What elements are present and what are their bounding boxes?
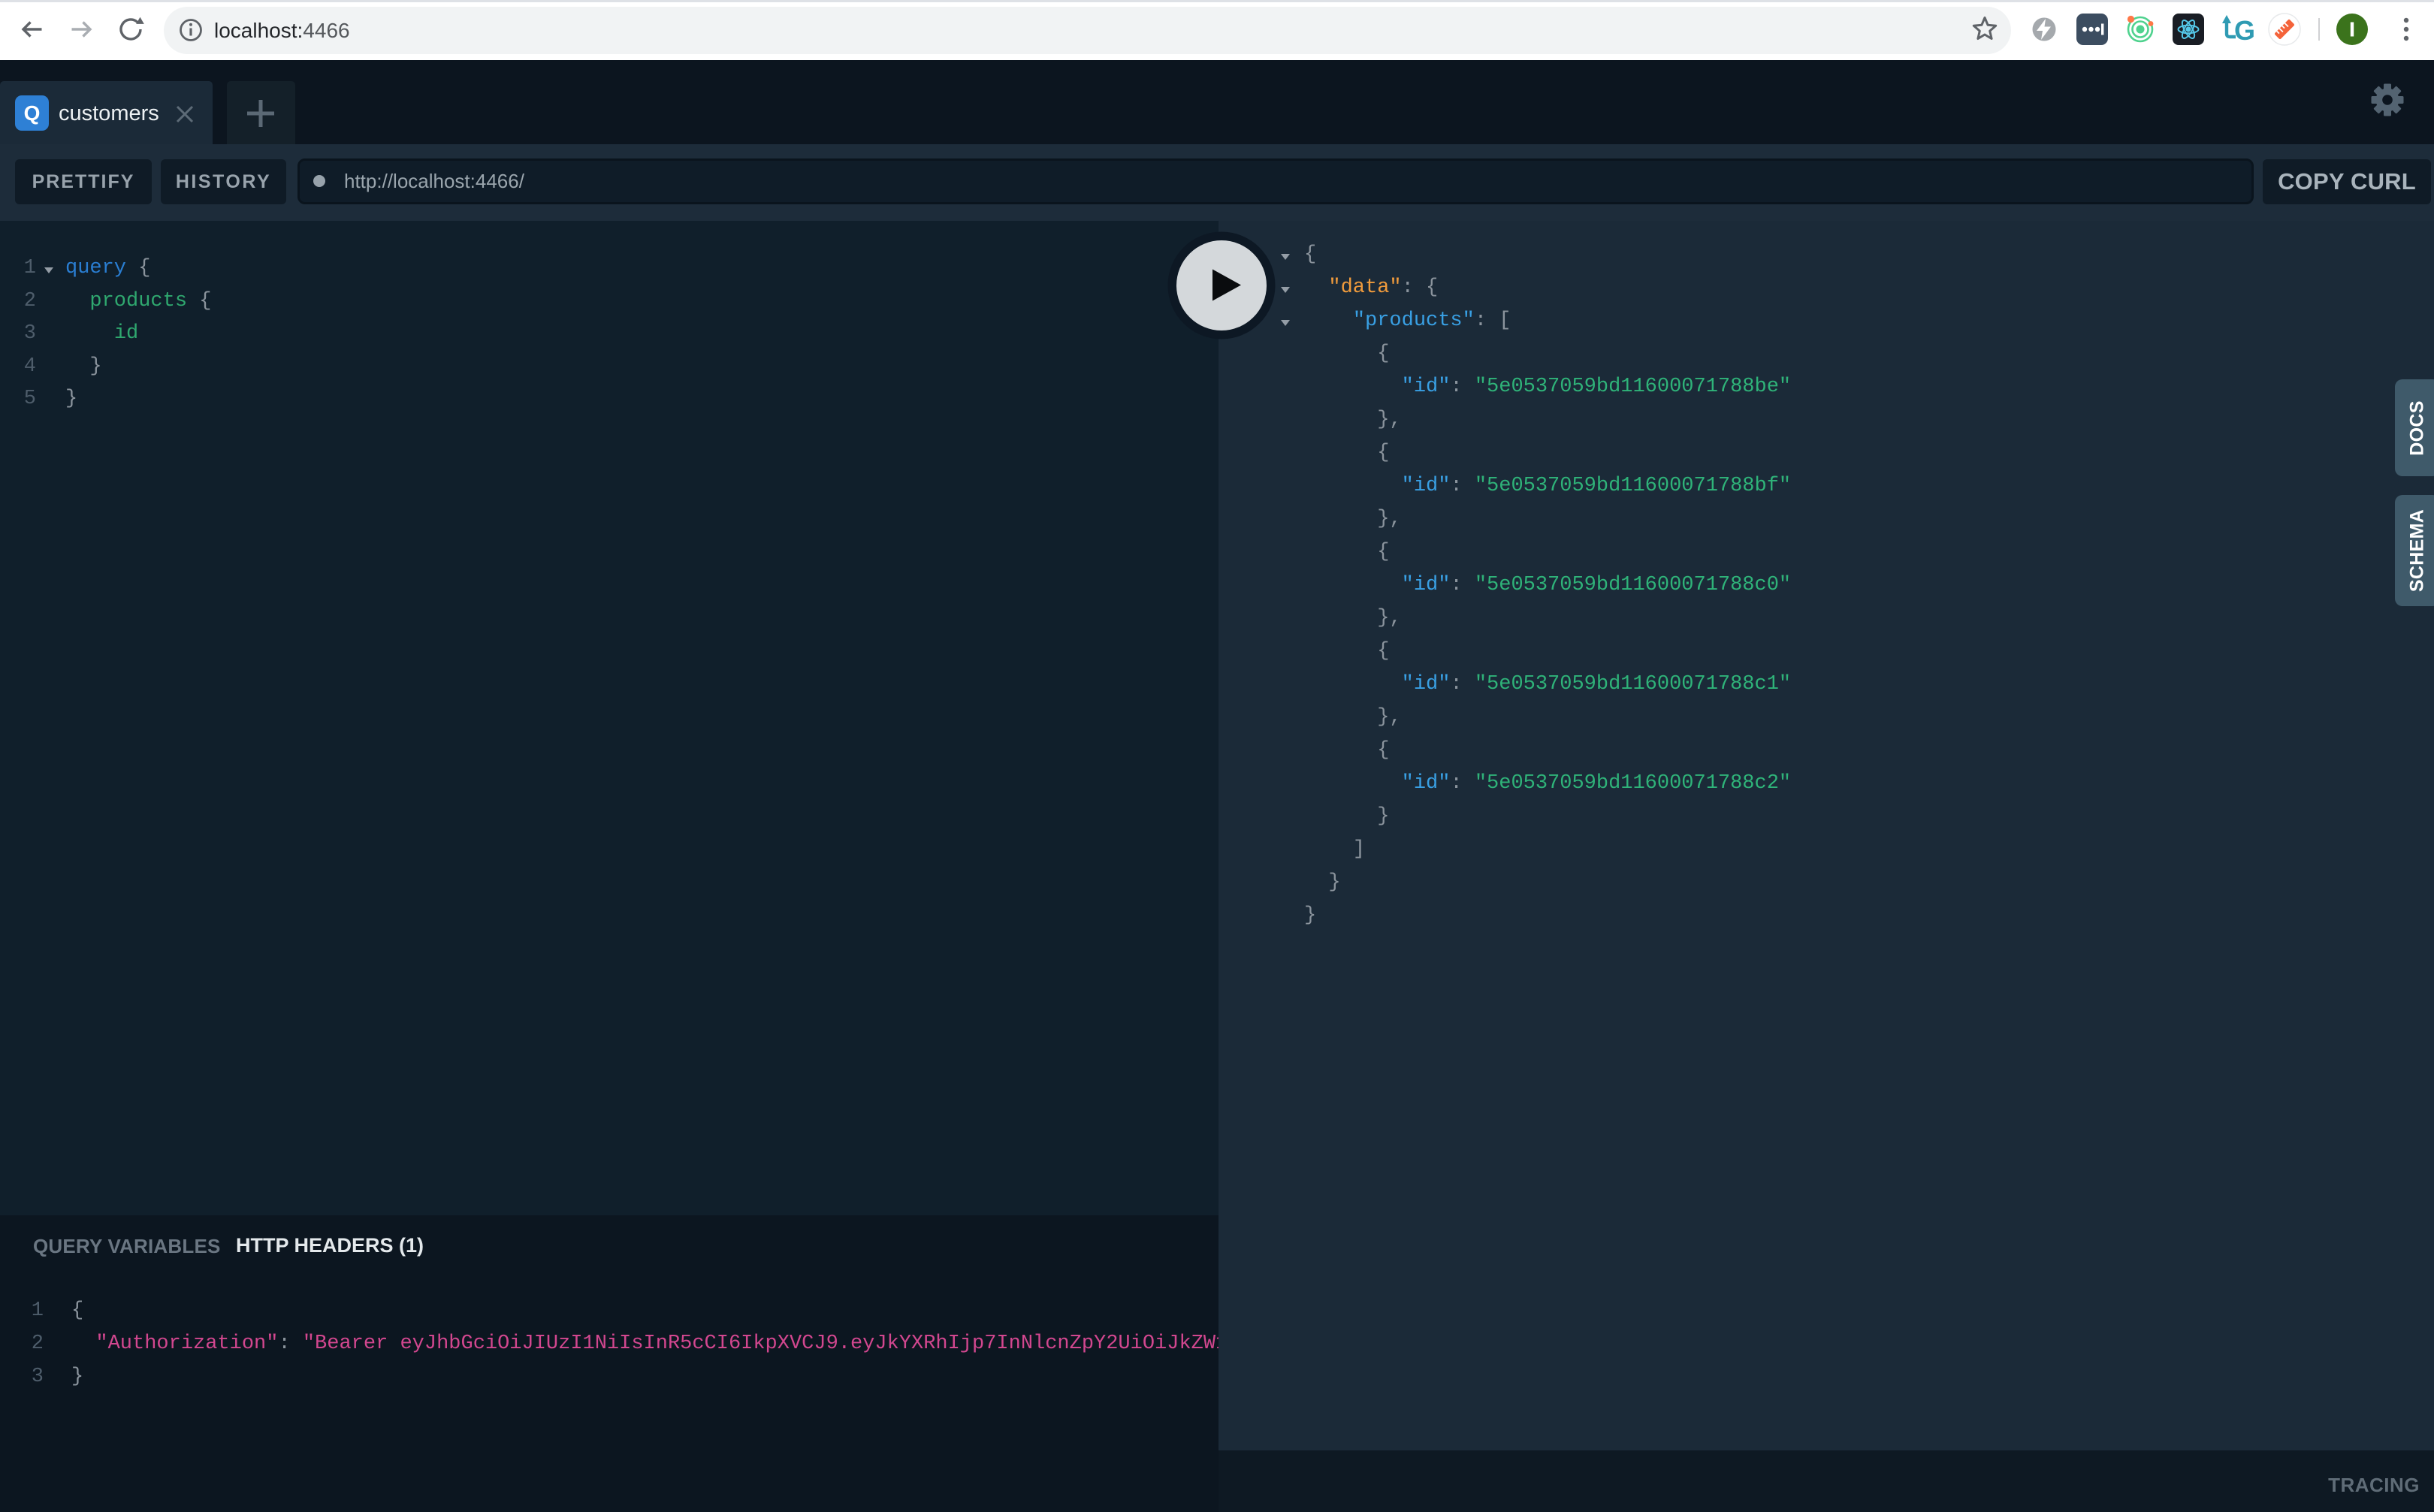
svg-text:G: G [2234,15,2255,46]
